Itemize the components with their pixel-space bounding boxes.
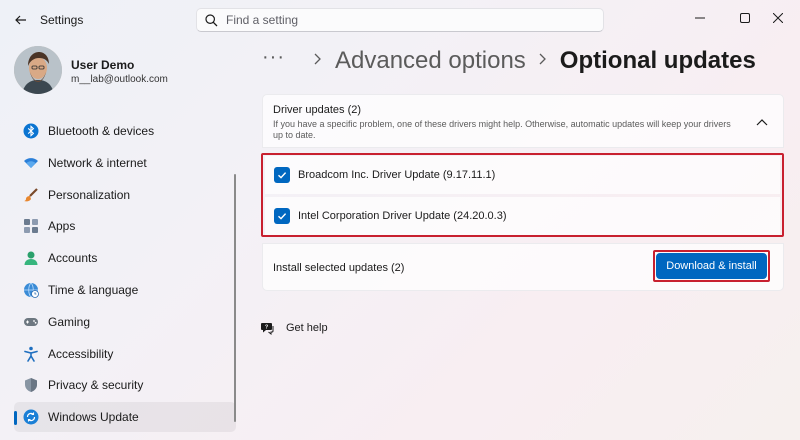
sidebar-item-label: Privacy & security [48,378,144,393]
avatar[interactable] [14,46,62,94]
gamepad-icon [22,313,40,331]
driver-list: Broadcom Inc. Driver Update (9.17.11.1) … [261,153,784,237]
breadcrumb: ··· Advanced options Optional updates [262,44,756,78]
driver-label: Intel Corporation Driver Update (24.20.0… [298,210,507,222]
user-email: m__lab@outlook.com [71,74,168,85]
search-box[interactable] [196,8,604,32]
sidebar-item-gaming[interactable]: Gaming [14,307,236,337]
sidebar-item-label: Personalization [48,187,131,202]
driver-checkbox-intel[interactable] [274,208,290,224]
person-icon [22,249,40,267]
help-chat-icon: ? [261,323,274,336]
sidebar-nav: Bluetooth & devices Network & internet P… [14,116,236,434]
sidebar-item-network-internet[interactable]: Network & internet [14,148,236,178]
breadcrumb-advanced-options[interactable]: Advanced options [335,47,526,75]
sidebar-item-privacy-security[interactable]: Privacy & security [14,370,236,400]
checkmark-icon [278,213,287,220]
maximize-icon [740,13,750,23]
close-icon [773,13,783,23]
minimize-button[interactable] [680,4,720,32]
search-icon [205,13,218,26]
sidebar-item-time-language[interactable]: Time & language [14,275,236,305]
accessibility-icon [22,345,40,363]
sidebar-item-label: Accounts [48,251,98,266]
sidebar-item-windows-update[interactable]: Windows Update [14,402,236,433]
sidebar-item-label: Time & language [48,282,139,297]
driver-row-intel[interactable]: Intel Corporation Driver Update (24.20.0… [265,197,780,235]
update-icon [22,408,40,426]
download-install-button[interactable]: Download & install [656,253,767,279]
sidebar-item-accessibility[interactable]: Accessibility [14,339,236,369]
chevron-up-icon[interactable] [755,115,769,129]
close-button[interactable] [758,4,798,32]
wifi-icon [22,154,40,172]
driver-updates-description: If you have a specific problem, one of t… [273,119,731,140]
sidebar-item-label: Gaming [48,314,91,329]
sidebar-item-personalization[interactable]: Personalization [14,180,236,210]
apps-icon [22,217,40,235]
page-title: Optional updates [559,47,756,74]
sidebar-item-label: Accessibility [48,346,114,361]
back-arrow-icon [15,15,26,25]
get-help-label: Get help [286,322,328,334]
chevron-right-icon [313,52,323,70]
minimize-icon [695,17,705,19]
sidebar-item-accounts[interactable]: Accounts [14,243,236,273]
user-name: User Demo [71,58,135,72]
shield-icon [22,376,40,394]
driver-label: Broadcom Inc. Driver Update (9.17.11.1) [298,169,496,181]
sidebar-item-bluetooth-devices[interactable]: Bluetooth & devices [14,116,236,146]
bluetooth-icon [22,122,40,140]
checkmark-icon [278,172,287,179]
driver-row-broadcom[interactable]: Broadcom Inc. Driver Update (9.17.11.1) [265,156,780,194]
sidebar-item-label: Windows Update [48,410,139,425]
install-selected-label: Install selected updates (2) [273,262,405,274]
get-help-link[interactable]: ? Get help [260,320,328,336]
app-title: Settings [40,13,84,27]
title-bar: Settings [0,0,800,40]
sidebar-item-apps[interactable]: Apps [14,211,236,241]
sidebar-scrollbar[interactable] [234,174,236,422]
driver-updates-title: Driver updates (2) [273,104,362,116]
user-avatar-icon [14,46,62,94]
back-button[interactable] [8,7,34,33]
sidebar-item-label: Bluetooth & devices [48,124,155,138]
driver-checkbox-broadcom[interactable] [274,167,290,183]
chevron-right-icon [538,52,548,70]
sidebar-item-label: Apps [48,219,76,234]
brush-icon [22,186,40,204]
download-install-highlight: Download & install [653,250,770,282]
globe-clock-icon [22,281,40,299]
driver-updates-header[interactable]: Driver updates (2) If you have a specifi… [262,94,784,148]
breadcrumb-more-button[interactable]: ··· [262,46,285,69]
sidebar-item-label: Network & internet [48,155,147,170]
search-input[interactable] [226,13,596,27]
